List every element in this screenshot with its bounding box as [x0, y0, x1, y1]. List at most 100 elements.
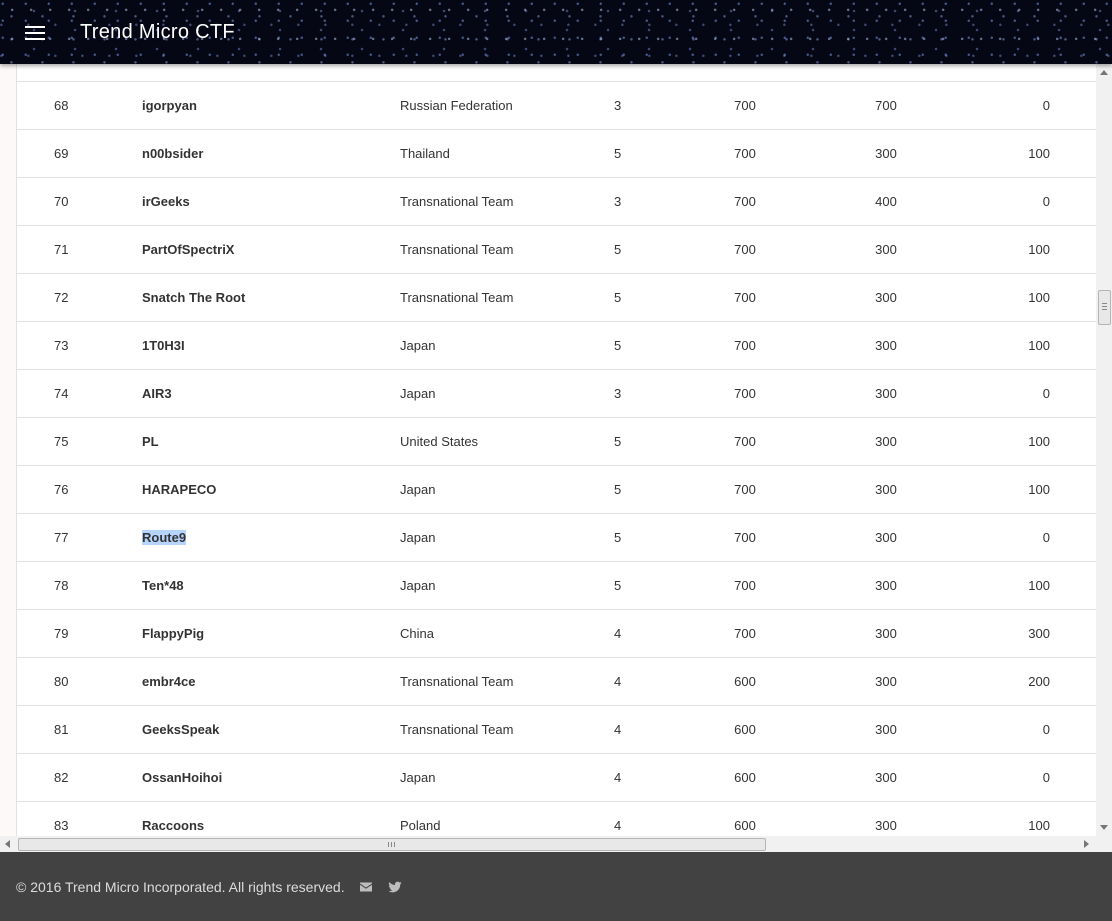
country-cell: Japan: [400, 753, 614, 802]
rank-cell: 74: [17, 369, 142, 418]
scoreboard-table: 68 igorpyan Russian Federation 3 700 700 0 69 n0…: [17, 64, 1097, 836]
score-cell: 700: [684, 81, 806, 130]
score-cell: [684, 64, 806, 82]
mail-icon[interactable]: [358, 879, 374, 895]
twitter-icon[interactable]: [387, 879, 403, 895]
table-row: 75 PL United States 5 700 300 100: [17, 417, 1097, 466]
country-cell: Poland: [400, 801, 614, 836]
score-cell: 0: [966, 369, 1050, 418]
score-cell: 300: [806, 657, 966, 706]
solved-count-cell: 5: [614, 273, 684, 322]
rank-cell: 71: [17, 225, 142, 274]
spacer-cell: [1050, 801, 1097, 836]
solved-count-cell: 3: [614, 177, 684, 226]
table-row: 69 n00bsider Thailand 5 700 300 100: [17, 129, 1097, 178]
spacer-cell: [1050, 465, 1097, 514]
table-row: 82 OssanHoihoi Japan 4 600 300 0: [17, 753, 1097, 802]
horizontal-scroll-thumb[interactable]: [18, 838, 766, 851]
rank-cell: 75: [17, 417, 142, 466]
table-row: 74 AIR3 Japan 3 700 300 0: [17, 369, 1097, 418]
spacer-cell: [1050, 81, 1097, 130]
menu-icon[interactable]: [25, 25, 45, 40]
country-cell: China: [400, 609, 614, 658]
scroll-down-arrow-icon[interactable]: [1100, 825, 1108, 830]
score-cell: [806, 64, 966, 82]
score-cell: 0: [966, 513, 1050, 562]
solved-count-cell: 3: [614, 369, 684, 418]
country-cell: Japan: [400, 321, 614, 370]
spacer-cell: [1050, 609, 1097, 658]
country-cell: Japan: [400, 561, 614, 610]
scroll-right-arrow-icon[interactable]: [1084, 840, 1089, 848]
score-cell: 700: [684, 561, 806, 610]
solved-count-cell: 4: [614, 705, 684, 754]
score-cell: 700: [684, 609, 806, 658]
table-row: 79 FlappyPig China 4 700 300 300: [17, 609, 1097, 658]
table-row: 81 GeeksSpeak Transnational Team 4 600 300 0: [17, 705, 1097, 754]
table-row: 73 1T0H3I Japan 5 700 300 100: [17, 321, 1097, 370]
country-cell: Transnational Team: [400, 177, 614, 226]
spacer-cell: [1050, 753, 1097, 802]
horizontal-scrollbar[interactable]: [0, 836, 1096, 852]
team-name-cell: OssanHoihoi: [142, 753, 400, 802]
score-cell: 700: [684, 177, 806, 226]
table-row: 71 PartOfSpectriX Transnational Team 5 700 30…: [17, 225, 1097, 274]
solved-count-cell: 5: [614, 513, 684, 562]
solved-count-cell: [614, 64, 684, 82]
team-name-cell: GeeksSpeak: [142, 705, 400, 754]
score-cell: 300: [806, 513, 966, 562]
spacer-cell: [1050, 273, 1097, 322]
score-cell: 100: [966, 321, 1050, 370]
score-cell: 300: [806, 369, 966, 418]
team-name-cell: PL: [142, 417, 400, 466]
rank-cell: 78: [17, 561, 142, 610]
rank-cell: 79: [17, 609, 142, 658]
score-cell: 100: [966, 561, 1050, 610]
solved-count-cell: 4: [614, 609, 684, 658]
table-row: 80 embr4ce Transnational Team 4 600 300 200: [17, 657, 1097, 706]
solved-count-cell: 4: [614, 753, 684, 802]
scroll-left-arrow-icon[interactable]: [5, 840, 10, 848]
team-name-cell: HARAPECO: [142, 465, 400, 514]
table-row: 78 Ten*48 Japan 5 700 300 100: [17, 561, 1097, 610]
solved-count-cell: 5: [614, 129, 684, 178]
scroll-up-arrow-icon[interactable]: [1100, 70, 1108, 75]
rank-cell: 77: [17, 513, 142, 562]
score-cell: 0: [966, 81, 1050, 130]
team-name-cell: igorpyan: [142, 81, 400, 130]
spacer-cell: [1050, 417, 1097, 466]
vertical-scroll-thumb[interactable]: [1098, 290, 1111, 325]
score-cell: 300: [806, 321, 966, 370]
score-cell: 0: [966, 705, 1050, 754]
score-cell: 700: [684, 273, 806, 322]
rank-cell: 70: [17, 177, 142, 226]
table-row: 76 HARAPECO Japan 5 700 300 100: [17, 465, 1097, 514]
table-row: [17, 64, 1097, 82]
solved-count-cell: 5: [614, 225, 684, 274]
score-cell: 300: [806, 609, 966, 658]
score-cell: 700: [684, 369, 806, 418]
score-cell: 700: [684, 321, 806, 370]
country-cell: Thailand: [400, 129, 614, 178]
rank-cell: 76: [17, 465, 142, 514]
score-cell: 700: [806, 81, 966, 130]
spacer-cell: [1050, 129, 1097, 178]
table-row: 77 Route9 Japan 5 700 300 0: [17, 513, 1097, 562]
rank-cell: 81: [17, 705, 142, 754]
footer: © 2016 Trend Micro Incorporated. All rig…: [0, 852, 1112, 921]
score-cell: 300: [806, 753, 966, 802]
vertical-scrollbar[interactable]: [1096, 64, 1112, 836]
table-row: 70 irGeeks Transnational Team 3 700 400 0: [17, 177, 1097, 226]
table-row: 72 Snatch The Root Transnational Team 5 700 3…: [17, 273, 1097, 322]
team-name-cell: Raccoons: [142, 801, 400, 836]
copyright-text: © 2016 Trend Micro Incorporated. All rig…: [16, 879, 345, 895]
spacer-cell: [1050, 561, 1097, 610]
spacer-cell: [1050, 177, 1097, 226]
country-cell: Transnational Team: [400, 273, 614, 322]
team-name-cell: 1T0H3I: [142, 321, 400, 370]
score-cell: 700: [684, 513, 806, 562]
country-cell: Japan: [400, 369, 614, 418]
solved-count-cell: 4: [614, 657, 684, 706]
score-cell: 100: [966, 273, 1050, 322]
team-name-cell: Snatch The Root: [142, 273, 400, 322]
